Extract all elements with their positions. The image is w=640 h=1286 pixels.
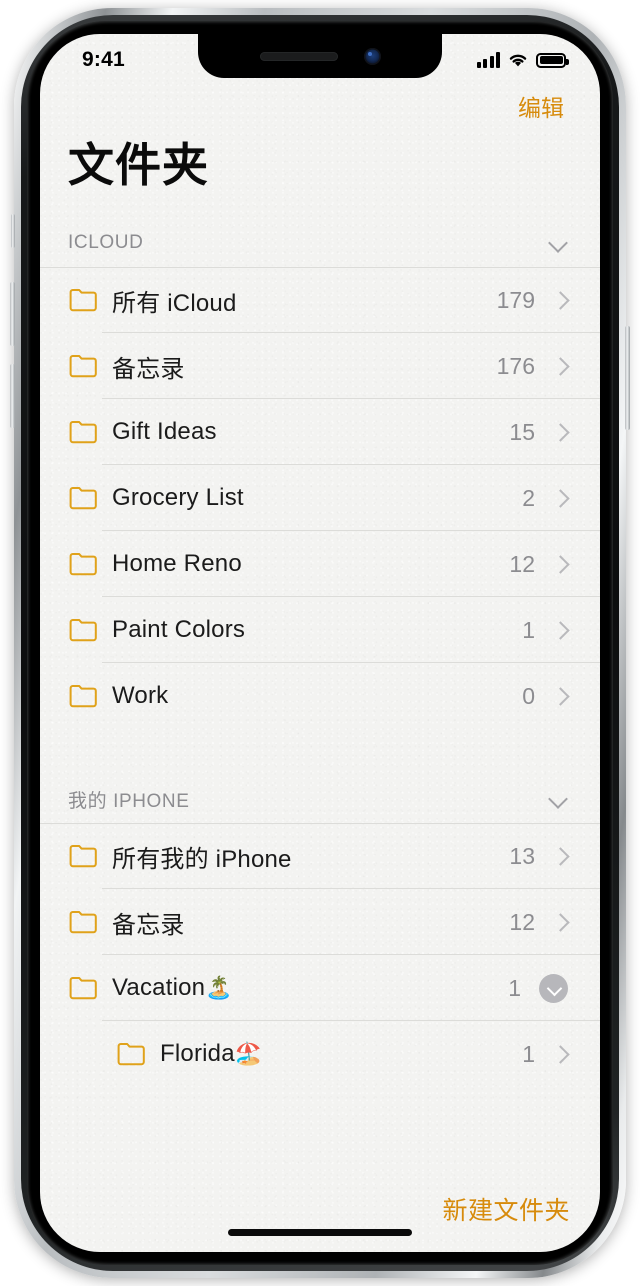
folder-row-label: Paint Colors xyxy=(112,616,246,644)
wifi-icon xyxy=(509,54,527,67)
folder-icon xyxy=(69,487,97,510)
folder-note-count: 1 xyxy=(522,1040,535,1067)
folder-row[interactable]: 备忘录 176 xyxy=(40,333,600,400)
folder-note-count: 15 xyxy=(509,418,535,445)
chevron-right-icon[interactable] xyxy=(553,491,568,506)
battery-icon xyxy=(536,52,569,68)
folder-row-label: Florida xyxy=(160,1040,235,1068)
chevron-right-icon[interactable] xyxy=(553,359,568,374)
status-time: 9:41 xyxy=(82,48,125,71)
folder-row-label: Gift Ideas xyxy=(112,418,217,446)
folder-icon xyxy=(69,355,97,378)
home-indicator[interactable] xyxy=(228,1229,412,1236)
notes-folders-screen: 编辑 文件夹 ICLOUD 所有 iCloud 179 备忘录 176 Gift Idea… xyxy=(40,34,600,1252)
mute-switch[interactable] xyxy=(11,214,15,248)
folder-note-count: 2 xyxy=(522,484,535,511)
folder-icon xyxy=(69,685,97,708)
folder-note-count: 12 xyxy=(509,908,535,935)
folder-row-label: 所有 iCloud xyxy=(112,289,237,317)
folder-icon xyxy=(69,553,97,576)
section-header-label: 我的 IPHONE xyxy=(68,790,190,812)
folder-note-count: 12 xyxy=(509,550,535,577)
chevron-right-icon[interactable] xyxy=(553,425,568,440)
folder-row[interactable]: 所有我的 iPhone 13 xyxy=(40,823,600,890)
earpiece-speaker-icon xyxy=(259,51,338,61)
folder-row-emoji: 🏖️ xyxy=(234,1041,263,1067)
folder-icon xyxy=(69,289,97,312)
folder-note-count: 1 xyxy=(508,974,521,1001)
chevron-right-icon[interactable] xyxy=(553,849,568,864)
section-header-label: ICLOUD xyxy=(68,232,144,254)
folder-note-count: 1 xyxy=(522,616,535,643)
power-button[interactable] xyxy=(625,326,630,430)
folder-row-label: Grocery List xyxy=(112,484,244,512)
folders-list: ICLOUD 所有 iCloud 179 备忘录 176 Gift Ideas 15 Groc… xyxy=(40,219,600,1170)
folder-icon xyxy=(69,911,97,934)
folder-row[interactable]: Home Reno 12 xyxy=(40,531,600,598)
display-notch xyxy=(198,34,442,78)
folder-row[interactable]: Gift Ideas 15 xyxy=(40,399,600,466)
folder-row[interactable]: Paint Colors 1 xyxy=(40,597,600,664)
edit-button[interactable]: 编辑 xyxy=(518,89,564,123)
cellular-signal-icon xyxy=(476,52,500,68)
chevron-right-icon[interactable] xyxy=(553,1047,568,1062)
folder-row[interactable]: Grocery List 2 xyxy=(40,465,600,532)
folder-row[interactable]: Work 0 xyxy=(40,663,600,729)
folder-row-label: 所有我的 iPhone xyxy=(112,845,292,873)
section-header-my-iphone[interactable]: 我的 IPHONE xyxy=(40,775,600,823)
status-indicators xyxy=(476,52,569,68)
footer-toolbar: 新建文件夹 xyxy=(40,1170,600,1252)
circle-chevron-down-icon[interactable] xyxy=(539,973,568,1003)
folder-icon xyxy=(69,421,97,444)
volume-up-button[interactable] xyxy=(10,282,15,346)
phone-screen: 9:41 编辑 文件夹 ICLOUD 所有 iCloud 179 备忘录 176 Gift… xyxy=(40,34,600,1252)
new-folder-button[interactable]: 新建文件夹 xyxy=(442,1191,570,1227)
volume-down-button[interactable] xyxy=(10,364,15,428)
folder-row[interactable]: 备忘录 12 xyxy=(40,889,600,956)
page-title: 文件夹 xyxy=(68,139,209,191)
folder-row-emoji: 🏝️ xyxy=(205,975,233,1001)
folder-row-label: Home Reno xyxy=(112,550,242,578)
chevron-right-icon[interactable] xyxy=(553,915,568,930)
folder-row-label: 备忘录 xyxy=(112,355,185,383)
chevron-down-icon[interactable] xyxy=(548,233,568,253)
chevron-right-icon[interactable] xyxy=(553,293,568,308)
folder-note-count: 13 xyxy=(509,842,535,869)
section-header-icloud[interactable]: ICLOUD xyxy=(40,219,600,267)
folder-row-label: Vacation xyxy=(112,974,206,1002)
chevron-right-icon[interactable] xyxy=(553,689,568,704)
folder-note-count: 0 xyxy=(522,682,535,709)
iphone-device-frame: 9:41 编辑 文件夹 ICLOUD 所有 iCloud 179 备忘录 176 Gift… xyxy=(10,8,630,1278)
chevron-down-icon[interactable] xyxy=(548,789,568,809)
navigation-bar: 编辑 xyxy=(40,80,600,132)
folder-row[interactable]: 所有 iCloud 179 xyxy=(40,267,600,334)
folder-row-label: Work xyxy=(112,682,169,710)
folder-icon xyxy=(69,845,97,868)
folder-icon xyxy=(69,619,97,642)
folder-icon xyxy=(117,1043,145,1066)
folder-row[interactable]: Vacation 🏝️ 1 xyxy=(40,955,600,1022)
folder-note-count: 179 xyxy=(496,286,535,313)
chevron-right-icon[interactable] xyxy=(553,557,568,572)
front-camera-icon xyxy=(363,47,381,65)
chevron-right-icon[interactable] xyxy=(553,623,568,638)
folder-row[interactable]: Florida 🏖️ 1 xyxy=(40,1021,600,1087)
folder-note-count: 176 xyxy=(496,352,535,379)
folder-icon xyxy=(69,977,97,1000)
folder-row-label: 备忘录 xyxy=(112,911,185,939)
